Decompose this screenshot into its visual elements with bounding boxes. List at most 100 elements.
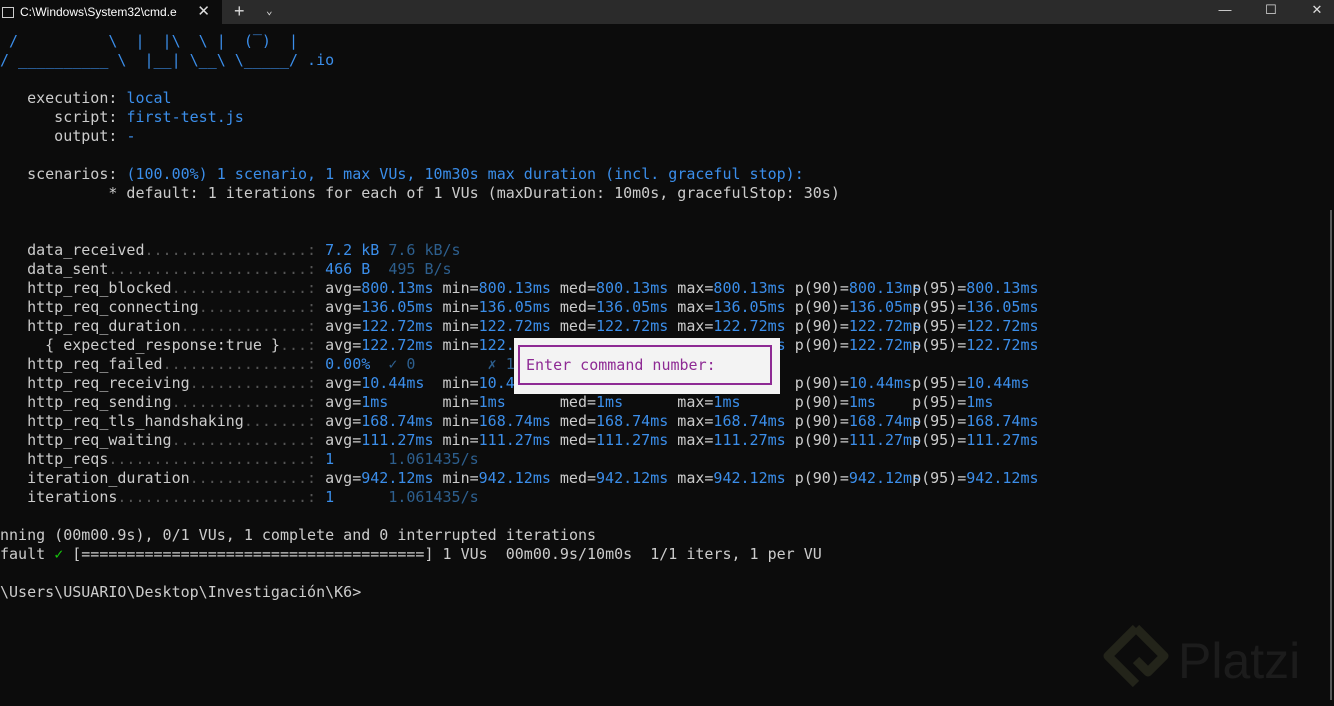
metric-p95: p(95)=168.74ms bbox=[912, 412, 1038, 431]
command-number-popup[interactable]: Enter command number: bbox=[514, 338, 780, 394]
metric-avg: avg=111.27ms bbox=[325, 431, 442, 450]
metric-dots: .............: bbox=[189, 374, 326, 392]
stat-label: min= bbox=[442, 317, 479, 335]
metric-med: med=168.74ms bbox=[560, 412, 677, 431]
metric-row: http_req_tls_handshaking.......: avg=168… bbox=[0, 412, 1038, 431]
platzi-logo-icon: Platzi bbox=[1103, 624, 1300, 689]
terminal-icon bbox=[2, 6, 14, 18]
svg-text:Platzi: Platzi bbox=[1178, 633, 1300, 689]
metric-name: http_req_duration bbox=[0, 317, 181, 335]
metric-value: 1 bbox=[325, 450, 335, 468]
metric-rate: 7.6 kB/s bbox=[379, 241, 461, 259]
metric-rate: 1.061435/s bbox=[334, 488, 479, 506]
stat-value: 942.12ms bbox=[478, 469, 551, 487]
tab-cmd[interactable]: C:\Windows\System32\cmd.e ✕ bbox=[0, 0, 222, 24]
stat-value: 122.72ms bbox=[713, 317, 786, 335]
metric-p90: p(90)=168.74ms bbox=[795, 412, 921, 431]
metric-min: min=111.27ms bbox=[443, 431, 560, 450]
stat-label: max= bbox=[677, 393, 714, 411]
stat-value: 168.74ms bbox=[966, 412, 1039, 430]
stat-label: p(95)= bbox=[912, 393, 967, 411]
metric-med: med=942.12ms bbox=[560, 469, 677, 488]
metric-rate: 1.061435/s bbox=[334, 450, 479, 468]
metric-row: http_req_failed................: 0.00% ✓… bbox=[0, 355, 515, 373]
minimize-button[interactable]: — bbox=[1202, 0, 1248, 20]
metric-p95: p(95)=10.44ms bbox=[912, 374, 1029, 393]
metric-dots: ..............: bbox=[180, 317, 326, 335]
new-tab-button[interactable]: + bbox=[234, 0, 245, 22]
metric-dots: ......................: bbox=[108, 260, 326, 278]
metric-avg: avg=122.72ms bbox=[325, 336, 442, 355]
stat-label: min= bbox=[442, 374, 479, 392]
stat-label: p(95)= bbox=[912, 317, 967, 335]
metric-row: data_sent......................: 466 B 4… bbox=[0, 260, 452, 278]
metric-med: med=122.72ms bbox=[560, 317, 677, 336]
stat-label: p(95)= bbox=[912, 431, 967, 449]
metric-dots: ...............: bbox=[171, 279, 326, 297]
stat-label: max= bbox=[677, 431, 714, 449]
tab-dropdown-button[interactable]: ⌄ bbox=[266, 0, 273, 22]
metric-p95: p(95)=122.72ms bbox=[912, 336, 1038, 355]
metric-max: max=168.74ms bbox=[677, 412, 794, 431]
metric-min: min=942.12ms bbox=[443, 469, 560, 488]
progress-line: [======================================]… bbox=[63, 545, 822, 563]
metric-value: 7.2 kB bbox=[325, 241, 380, 259]
scrollbar[interactable] bbox=[1330, 210, 1332, 700]
metric-row: iterations.....................: 1 1.061… bbox=[0, 488, 479, 506]
metric-max: max=136.05ms bbox=[677, 298, 794, 317]
stat-label: avg= bbox=[325, 298, 362, 316]
metric-name: data_received bbox=[0, 241, 145, 259]
stat-value: 122.72ms bbox=[966, 336, 1039, 354]
scenarios-label: scenarios: bbox=[0, 165, 127, 183]
metric-name: http_req_failed bbox=[0, 355, 163, 373]
metric-p90: p(90)=800.13ms bbox=[795, 279, 921, 298]
stat-label: avg= bbox=[325, 336, 362, 354]
stat-value: 122.72ms bbox=[848, 317, 922, 335]
stat-value: 168.74ms bbox=[478, 412, 551, 430]
terminal-output[interactable]: / \ | |\ \ | (‾) | / __________ \ |__| \… bbox=[0, 32, 1039, 602]
stat-value: 136.05ms bbox=[596, 298, 669, 316]
metric-avg: avg=122.72ms bbox=[325, 317, 442, 336]
close-window-button[interactable]: ✕ bbox=[1294, 0, 1334, 20]
metric-dots: ............: bbox=[198, 298, 326, 316]
command-prompt[interactable]: \Users\USUARIO\Desktop\Investigación\K6> bbox=[0, 583, 361, 601]
metric-p90: p(90)=111.27ms bbox=[795, 431, 921, 450]
metric-med: med=1ms bbox=[560, 393, 677, 412]
output-label: output: bbox=[0, 127, 127, 145]
tab-close-icon[interactable]: ✕ bbox=[197, 2, 210, 20]
metric-name: http_req_receiving bbox=[0, 374, 190, 392]
stat-value: 1ms bbox=[478, 393, 506, 411]
metric-name: iteration_duration bbox=[0, 469, 190, 487]
stat-value: 942.12ms bbox=[596, 469, 669, 487]
script-value: first-test.js bbox=[126, 108, 244, 126]
metric-rate: 495 B/s bbox=[370, 260, 452, 278]
stat-label: p(95)= bbox=[912, 336, 967, 354]
metric-max: max=800.13ms bbox=[677, 279, 794, 298]
stat-value: 1ms bbox=[848, 393, 876, 411]
stat-value: 136.05ms bbox=[478, 298, 551, 316]
k6-logo-suffix: .io bbox=[298, 51, 335, 69]
stat-label: p(90)= bbox=[794, 298, 849, 316]
metric-name: http_req_waiting bbox=[0, 431, 172, 449]
stat-value: 10.44ms bbox=[848, 374, 913, 392]
stat-value: 136.05ms bbox=[713, 298, 786, 316]
stat-label: p(95)= bbox=[912, 469, 967, 487]
stat-label: min= bbox=[442, 431, 479, 449]
metric-p90: p(90)=1ms bbox=[795, 393, 912, 412]
metric-p95: p(95)=122.72ms bbox=[912, 317, 1038, 336]
metric-dots: ...............: bbox=[171, 393, 326, 411]
stat-value: 168.74ms bbox=[361, 412, 434, 430]
stat-label: avg= bbox=[325, 431, 362, 449]
maximize-button[interactable]: ☐ bbox=[1248, 0, 1294, 20]
stat-value: 111.27ms bbox=[966, 431, 1039, 449]
platzi-watermark: Platzi bbox=[1098, 622, 1318, 706]
stat-value: 800.13ms bbox=[596, 279, 669, 297]
stat-value: 800.13ms bbox=[361, 279, 434, 297]
metric-med: med=111.27ms bbox=[560, 431, 677, 450]
metric-dots: ...: bbox=[279, 336, 326, 354]
command-number-input[interactable]: Enter command number: bbox=[518, 345, 772, 385]
default-prefix: fault bbox=[0, 545, 55, 563]
k6-logo-line: / \ | |\ \ | (‾) | bbox=[0, 32, 299, 50]
stat-label: min= bbox=[442, 393, 479, 411]
stat-label: avg= bbox=[325, 393, 362, 411]
